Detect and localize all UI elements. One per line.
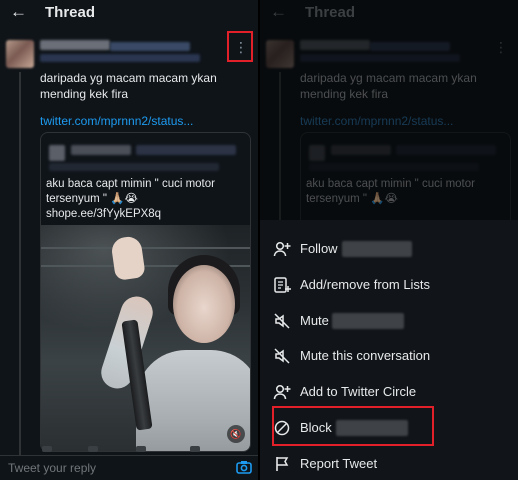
menu-item-report[interactable]: Report Tweet (260, 447, 518, 480)
arrow-left-icon[interactable]: ← (10, 3, 27, 21)
mute-icon (273, 312, 291, 330)
menu-item-mute-conversation[interactable]: Mute this conversation (260, 339, 518, 373)
video-scene-line (41, 247, 250, 249)
tweet-text: daripada yg macam macam ykan mending kek… (40, 70, 245, 102)
thread-connector (19, 72, 21, 457)
menu-item-twitter-circle[interactable]: Add to Twitter Circle (260, 375, 518, 409)
mute-conversation-icon (273, 347, 291, 365)
tweet-options-sheet: Follow Add/remove from Lists Mute Mute t… (260, 220, 518, 480)
menu-item-lists[interactable]: Add/remove from Lists (260, 268, 518, 302)
highlight-more-options (227, 31, 253, 62)
redacted-quote-handle (136, 145, 236, 155)
video-thumbnail[interactable]: 🔇 (41, 225, 250, 451)
tweet-text-line: daripada yg macam macam ykan (40, 71, 217, 85)
top-bar: ← Thread (0, 0, 258, 26)
redacted-username (332, 313, 404, 329)
menu-label: Report Tweet (300, 456, 378, 471)
redacted-quote-meta (49, 163, 219, 171)
page-title: Thread (45, 4, 96, 21)
speaker-muted-icon[interactable]: 🔇 (227, 425, 245, 443)
redacted-quote-avatar (49, 145, 65, 161)
menu-label: Follow (300, 241, 338, 256)
quote-text-line: tersenyum " 🙏🏼😭 (46, 193, 138, 205)
menu-label: Mute (300, 313, 329, 328)
highlight-block (272, 406, 434, 446)
like-icon[interactable] (136, 446, 146, 452)
redacted-display-name (40, 40, 110, 50)
camera-icon[interactable] (236, 460, 252, 474)
menu-item-follow[interactable]: Follow (260, 232, 518, 266)
twitter-circle-icon (273, 383, 291, 401)
thread-screen-right: ← Thread ⋮ daripada yg macam macam ykan … (260, 0, 518, 480)
dim-overlay[interactable] (260, 0, 518, 220)
menu-label: Add/remove from Lists (300, 277, 431, 292)
redacted-username (342, 241, 412, 257)
menu-label: Mute this conversation (300, 348, 431, 363)
redacted-username (110, 42, 190, 51)
avatar[interactable] (6, 40, 34, 68)
quote-text-line: aku baca capt mimin " cuci motor (46, 178, 215, 190)
menu-label: Add to Twitter Circle (300, 384, 417, 399)
redacted-quote-name (71, 145, 131, 155)
follow-user-icon (273, 240, 291, 258)
quote-text: aku baca capt mimin " cuci motor terseny… (46, 177, 246, 222)
quote-link[interactable]: shope.ee/3fYykEPX8q (46, 207, 246, 222)
thread-screen-left: ← Thread ⋮ daripada yg macam macam ykan … (0, 0, 258, 480)
quote-tweet-card[interactable]: aku baca capt mimin " cuci motor terseny… (40, 132, 251, 452)
tweet-link[interactable]: twitter.com/mprnnn2/status... (40, 114, 193, 128)
reply-bar: Tweet your reply (0, 455, 258, 480)
tweet-text-line: mending kek fira (40, 87, 129, 101)
reply-input[interactable]: Tweet your reply (8, 461, 96, 475)
reply-icon[interactable] (42, 446, 52, 452)
lists-icon (273, 276, 291, 294)
menu-item-mute[interactable]: Mute (260, 304, 518, 338)
redacted-reply-info (40, 54, 200, 62)
views-icon[interactable] (190, 446, 200, 452)
flag-icon (273, 455, 291, 473)
retweet-icon[interactable] (88, 446, 98, 452)
video-person-face (173, 265, 235, 343)
